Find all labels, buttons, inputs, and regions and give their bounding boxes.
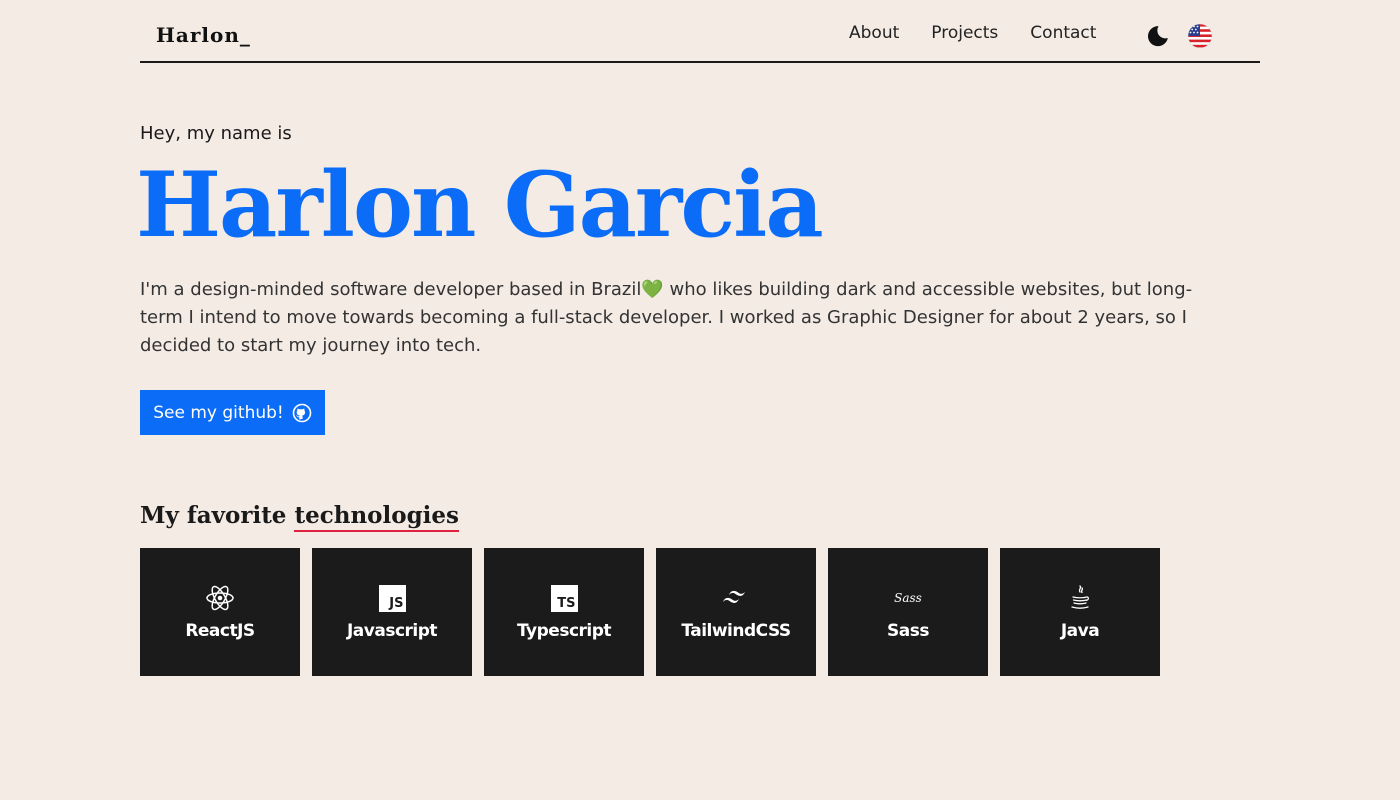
- tech-card-sass[interactable]: Sass Sass: [828, 548, 988, 676]
- moon-icon[interactable]: [1146, 24, 1170, 48]
- tech-card-typescript[interactable]: TS Typescript: [484, 548, 644, 676]
- green-heart-icon: 💚: [641, 279, 664, 300]
- java-icon: [1065, 583, 1095, 613]
- tech-label: Java: [1060, 621, 1100, 641]
- javascript-icon: JS: [377, 583, 407, 613]
- us-flag-icon[interactable]: [1187, 23, 1213, 49]
- javascript-icon-text: JS: [378, 584, 406, 612]
- tech-card-javascript[interactable]: JS Javascript: [312, 548, 472, 676]
- tailwind-icon: [721, 583, 751, 613]
- technologies-heading-highlight: technologies: [294, 502, 459, 532]
- technologies-grid: ReactJS JS Javascript TS Typescript Tail…: [140, 548, 1160, 676]
- tech-label: Sass: [887, 621, 929, 641]
- nav-link-contact[interactable]: Contact: [1030, 23, 1096, 43]
- nav-link-projects[interactable]: Projects: [931, 23, 998, 43]
- hero-name: Harlon Garcia: [136, 152, 824, 258]
- bio-text-part1: I'm a design-minded software developer b…: [140, 279, 642, 300]
- navbar: Harlon_ About Projects Contact: [140, 0, 1260, 63]
- nav-links: About Projects Contact: [849, 23, 1096, 43]
- typescript-icon-text: TS: [550, 584, 578, 612]
- github-button[interactable]: See my github!: [140, 390, 325, 435]
- hero-greeting: Hey, my name is: [140, 123, 292, 144]
- github-button-label: See my github!: [153, 402, 284, 423]
- tech-card-tailwindcss[interactable]: TailwindCSS: [656, 548, 816, 676]
- nav-link-about[interactable]: About: [849, 23, 899, 43]
- page-container: Harlon_ About Projects Contact Hey, my n…: [136, 0, 1260, 676]
- react-icon: [205, 583, 235, 613]
- tech-label: ReactJS: [185, 621, 255, 641]
- github-icon: [292, 403, 312, 422]
- tech-label: TailwindCSS: [681, 621, 791, 641]
- technologies-heading: My favorite technologies: [140, 502, 459, 532]
- typescript-icon: TS: [549, 583, 579, 613]
- tech-label: Typescript: [516, 621, 612, 641]
- tech-label: Javascript: [346, 621, 438, 641]
- technologies-heading-prefix: My favorite: [140, 502, 287, 529]
- tech-card-reactjs[interactable]: ReactJS: [140, 548, 300, 676]
- tech-card-java[interactable]: Java: [1000, 548, 1160, 676]
- sass-icon: Sass: [893, 583, 923, 613]
- site-logo[interactable]: Harlon_: [156, 23, 251, 47]
- hero-bio: I'm a design-minded software developer b…: [140, 276, 1230, 360]
- sass-icon-text: Sass: [894, 591, 922, 605]
